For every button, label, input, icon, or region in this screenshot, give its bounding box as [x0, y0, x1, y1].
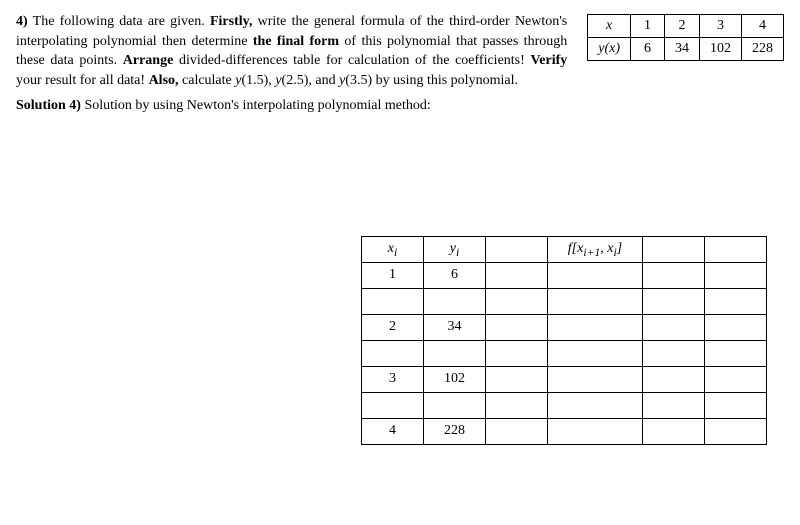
dd-header-blank — [486, 236, 548, 262]
table-row — [362, 392, 767, 418]
data-table-cell: 4 — [742, 15, 784, 38]
solution-line: Solution 4) Solution by using Newton's i… — [16, 96, 567, 116]
dd-header-fdd: f[xi+1, xi] — [548, 236, 643, 262]
data-table-cell: 102 — [700, 38, 742, 61]
question-text: 4) The following data are given. Firstly… — [16, 12, 567, 116]
data-table-cell: 1 — [631, 15, 665, 38]
data-table-cell: 6 — [631, 38, 665, 61]
divided-differences-table: xi yi f[xi+1, xi] 1 6 — [361, 236, 784, 445]
table-row — [362, 288, 767, 314]
data-table: x 1 2 3 4 y(x) 6 34 102 228 — [587, 14, 784, 116]
table-row — [362, 340, 767, 366]
table-row: 4 228 — [362, 418, 767, 444]
data-table-header-x: x — [588, 15, 631, 38]
dd-header-yi: yi — [424, 236, 486, 262]
dd-header-blank — [643, 236, 705, 262]
table-row: 1 6 — [362, 262, 767, 288]
data-table-cell: 3 — [700, 15, 742, 38]
dd-header-blank — [705, 236, 767, 262]
dd-header-xi: xi — [362, 236, 424, 262]
question-number: 4) — [16, 14, 28, 29]
data-table-cell: 228 — [742, 38, 784, 61]
data-table-cell: 2 — [665, 15, 700, 38]
data-table-cell: 34 — [665, 38, 700, 61]
table-row: 2 34 — [362, 314, 767, 340]
table-row: 3 102 — [362, 366, 767, 392]
data-table-header-y: y(x) — [588, 38, 631, 61]
